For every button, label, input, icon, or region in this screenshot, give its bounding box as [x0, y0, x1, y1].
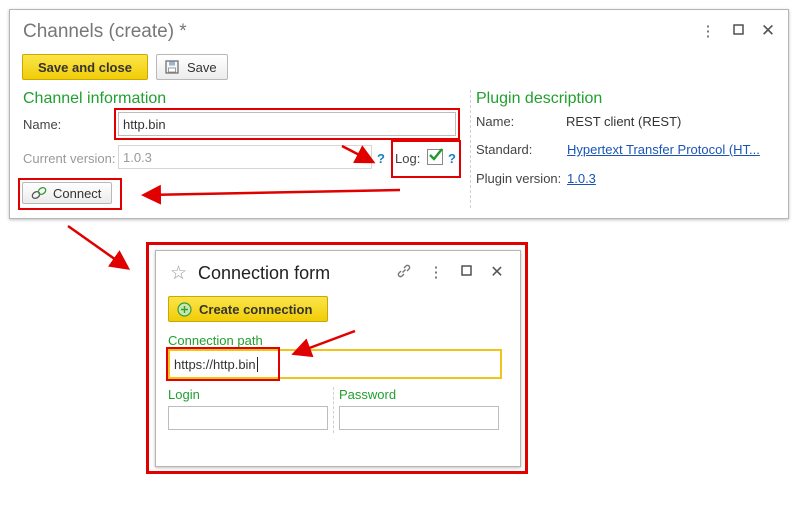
annotation-arrow: [141, 184, 401, 205]
annotation-arrow: [291, 329, 356, 358]
annotation-arrows: [67, 144, 401, 358]
annotation-arrow: [67, 224, 131, 270]
annotation-arrow: [341, 144, 376, 164]
